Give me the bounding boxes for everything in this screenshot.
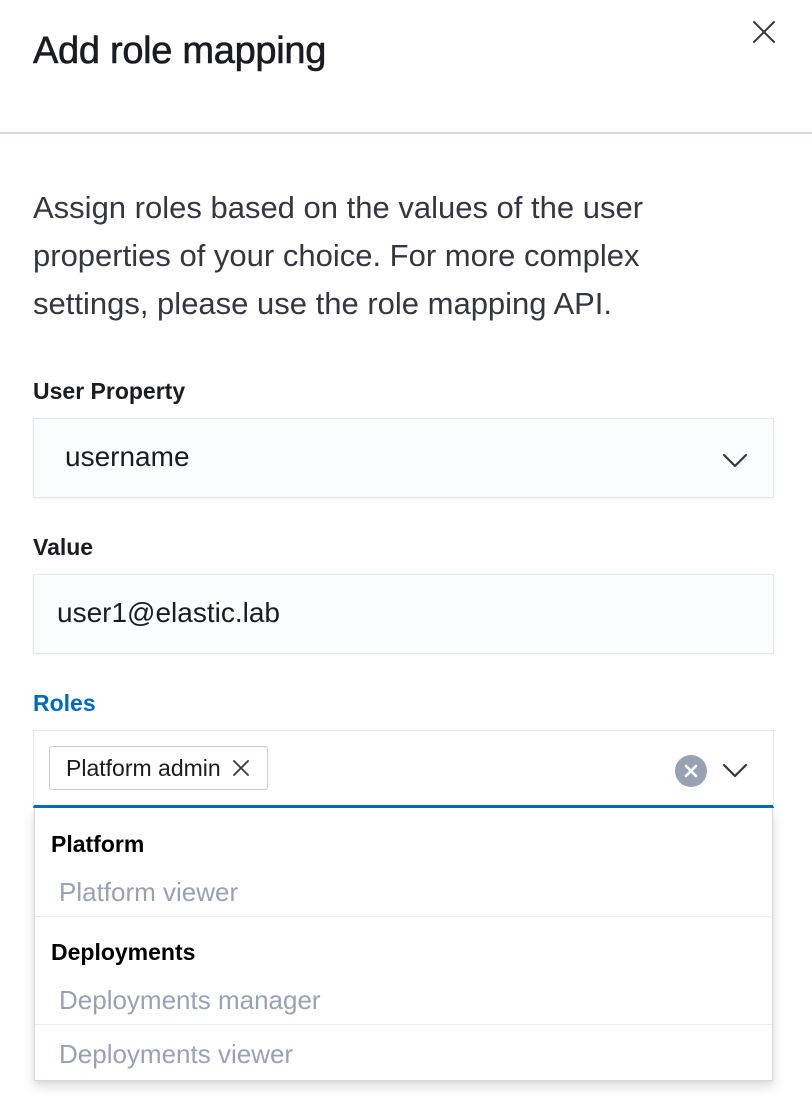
role-chip: Platform admin — [49, 746, 268, 790]
flyout-description: Assign roles based on the values of the … — [33, 190, 644, 321]
group-title-platform: Platform — [51, 831, 145, 857]
role-mapping-flyout: Add role mapping Assign roles based on t… — [0, 0, 812, 1115]
divider — [35, 916, 772, 917]
roles-combobox[interactable]: Platform admin — [33, 730, 774, 808]
value-label: Value — [33, 534, 94, 560]
clear-roles-button[interactable] — [675, 755, 707, 787]
chevron-down-icon — [722, 453, 748, 468]
value-input[interactable]: user1@elastic.lab — [33, 574, 774, 654]
chevron-down-icon[interactable] — [720, 755, 750, 785]
role-chip-label: Platform admin — [66, 754, 221, 781]
flyout-title: Add role mapping — [33, 30, 327, 73]
user-property-value: username — [65, 441, 190, 472]
clear-circle-icon — [684, 764, 698, 778]
flyout-header: Add role mapping — [0, 0, 812, 134]
user-property-label: User Property — [33, 378, 186, 404]
close-button[interactable] — [744, 12, 784, 52]
group-title-deployments: Deployments — [51, 939, 196, 965]
cross-icon[interactable] — [231, 758, 251, 778]
roles-label: Roles — [33, 690, 96, 716]
option-deployments-manager[interactable]: Deployments manager — [35, 973, 772, 1027]
option-platform-viewer[interactable]: Platform viewer — [35, 865, 772, 919]
user-property-select[interactable]: username — [33, 418, 774, 498]
close-icon — [753, 21, 775, 43]
value-input-text: user1@elastic.lab — [57, 597, 280, 628]
option-deployments-viewer[interactable]: Deployments viewer — [35, 1027, 772, 1081]
roles-dropdown-list: Platform Platform viewer Deployments Dep… — [34, 808, 773, 1081]
divider — [35, 1024, 772, 1025]
